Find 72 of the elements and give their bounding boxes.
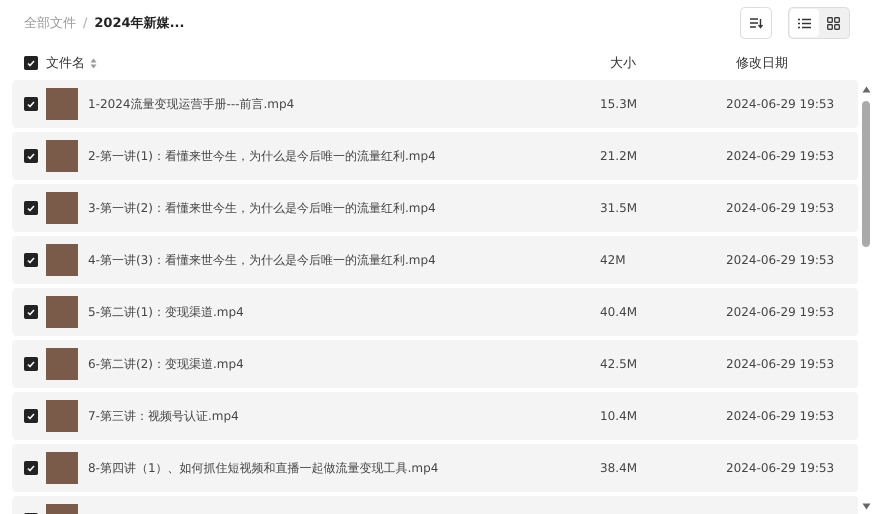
row-checkbox[interactable] [24,409,38,423]
photo-placeholder [46,452,78,484]
file-name: 1-2024流量变现运营手册---前言.mp4 [88,96,296,112]
scroll-down-icon[interactable] [862,503,870,510]
column-header[interactable]: 修改日期 [736,54,862,72]
scrollbar-thumb[interactable] [862,101,870,247]
file-row[interactable]: 6-第二讲(2)：变现渠道.mp4 42.5M 2024-06-29 19:53 [12,340,858,388]
list-view-button[interactable] [790,9,819,37]
file-size: 42.5M [600,357,638,371]
check-icon [27,100,35,108]
file-row[interactable]: 2-第一讲(1)：看懂来世今生，为什么是今后唯一的流量红利.mp4 21.2M 2024-06-29 19:53 [12,132,858,180]
photo-placeholder [46,192,78,224]
file-size: 38.4M [600,461,638,475]
file-name: 4-第一讲(3)：看懂来世今生，为什么是今后唯一的流量红利.mp4 [88,252,437,268]
photo-placeholder [46,88,78,120]
file-name: 5-第二讲(1)：变现渠道.mp4 [88,304,245,320]
file-row[interactable]: 7-第三讲：视频号认证.mp4 10.4M 2024-06-29 19:53 [12,392,858,440]
file-name: 3-第一讲(2)：看懂来世今生，为什么是今后唯一的流量红利.mp4 [88,200,437,216]
breadcrumb-item: 2024年新媒... [94,14,184,32]
file-name: 7-第三讲：视频号认证.mp4 [88,408,240,424]
grid-icon [827,16,840,30]
sort-icon[interactable] [90,58,97,68]
column-header[interactable]: 文件名 [46,54,85,72]
sort-icon [749,17,763,29]
file-name: 6-第二讲(2)：变现渠道.mp4 [88,356,245,372]
modified-date: 2024-06-29 19:53 [726,97,836,111]
modified-date: 2024-06-29 19:53 [726,253,836,267]
row-checkbox[interactable] [24,149,38,163]
file-size: 40.4M [600,305,638,319]
check-icon [27,60,35,66]
file-size: 10.4M [600,409,638,423]
photo-placeholder [46,348,78,380]
file-row[interactable]: 5-第二讲(1)：变现渠道.mp4 40.4M 2024-06-29 19:53 [12,288,858,336]
breadcrumb-separator: / [83,16,88,30]
row-checkbox[interactable] [24,253,38,267]
photo-placeholder [46,400,78,432]
file-row[interactable]: 8-第四讲（1）、如何抓住短视频和直播一起做流量变现工具.mp4 38.4M 2024-06-29 19:53 [12,444,858,492]
modified-date: 2024-06-29 19:53 [726,201,836,215]
check-icon [27,152,35,160]
list-icon [798,18,811,28]
file-size: 31.5M [600,201,638,215]
sort-button[interactable] [740,7,772,39]
file-size: 42M [600,253,627,267]
modified-date: 2024-06-29 19:53 [726,305,836,319]
file-size: 15.3M [600,97,638,111]
file-name: 2-第一讲(1)：看懂来世今生，为什么是今后唯一的流量红利.mp4 [88,148,437,164]
check-icon [27,204,35,212]
check-icon [27,464,35,472]
file-size: 21.2M [600,149,638,163]
check-icon [27,360,35,368]
select-all-checkbox[interactable] [24,56,38,70]
photo-placeholder [46,140,78,172]
scroll-up-icon[interactable] [862,86,870,93]
modified-date: 2024-06-29 19:53 [726,461,836,475]
column-header[interactable]: 大小 [610,54,736,72]
modified-date: 2024-06-29 19:53 [726,357,836,371]
file-name: 8-第四讲（1）、如何抓住短视频和直播一起做流量变现工具.mp4 [88,460,440,476]
file-row[interactable]: 1-2024流量变现运营手册---前言.mp4 15.3M 2024-06-29 19:53 [12,80,858,128]
check-icon [27,256,35,264]
row-checkbox[interactable] [24,461,38,475]
check-icon [27,308,35,316]
row-checkbox[interactable] [24,305,38,319]
row-checkbox[interactable] [24,357,38,371]
check-icon [27,412,35,420]
file-row[interactable]: 3-第一讲(2)：看懂来世今生，为什么是今后唯一的流量红利.mp4 31.5M 2024-06-29 19:53 [12,184,858,232]
row-checkbox[interactable] [24,201,38,215]
photo-placeholder [46,244,78,276]
file-row[interactable]: 4-第一讲(3)：看懂来世今生，为什么是今后唯一的流量红利.mp4 42M 2024-06-29 19:53 [12,236,858,284]
photo-placeholder [46,296,78,328]
modified-date: 2024-06-29 19:53 [726,409,836,423]
modified-date: 2024-06-29 19:53 [726,149,836,163]
row-checkbox[interactable] [24,97,38,111]
